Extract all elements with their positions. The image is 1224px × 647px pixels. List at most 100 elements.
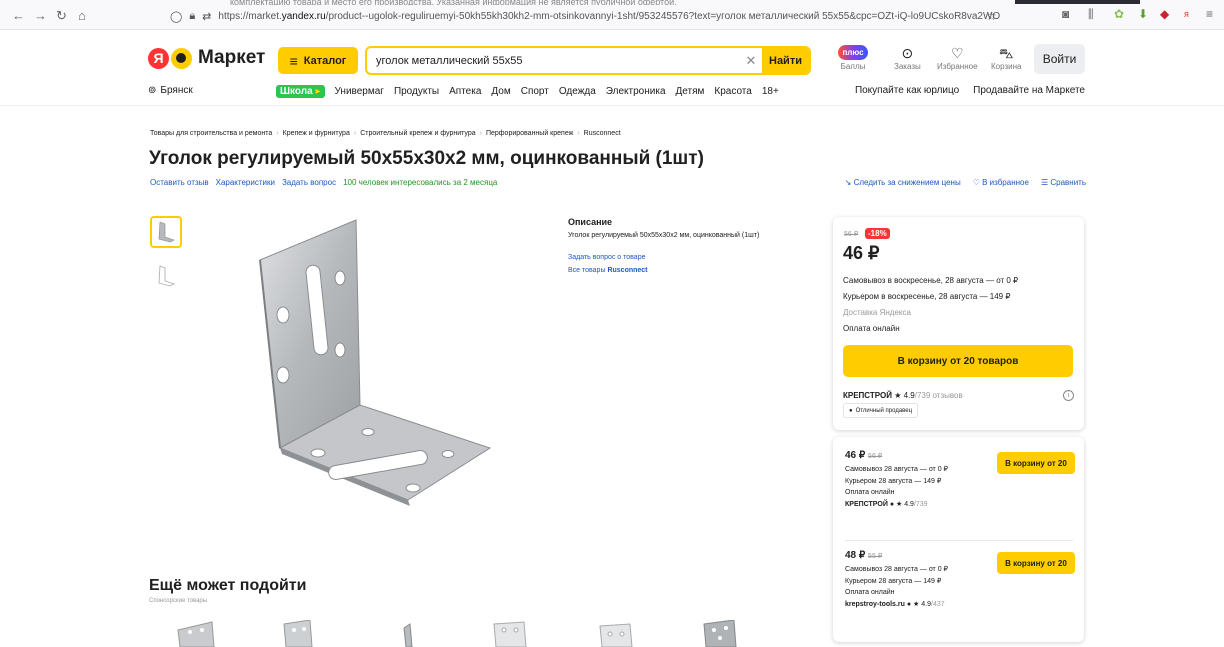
login-button[interactable]: Войти	[1034, 44, 1085, 74]
brand-name: Rusconnect	[607, 267, 648, 274]
market-logo[interactable]: Я Маркет	[148, 47, 265, 69]
yandex-icon[interactable]: я	[1184, 9, 1189, 19]
bookmark-star-icon[interactable]: ☆	[986, 9, 997, 23]
offer-cart-button[interactable]: В корзину от 20	[997, 452, 1075, 474]
compare-button[interactable]: ☰ Сравнить	[1041, 178, 1086, 187]
city-selector[interactable]: ⊚ Брянск	[148, 85, 193, 96]
menu-item[interactable]: Детям	[676, 86, 705, 97]
offer-card: 56 ₽ -18% 46 ₽ Самовывоз в воскресенье, …	[833, 217, 1084, 430]
add-favorite-button[interactable]: ♡ В избранное	[973, 178, 1029, 187]
offer-seller-name: krepstroy-tools.ru	[845, 601, 905, 608]
orders-link[interactable]: ⊙ Заказы	[894, 45, 921, 71]
breadcrumb-item[interactable]: Перфорированный крепеж	[486, 130, 573, 137]
menu-item[interactable]: Дом	[491, 86, 510, 97]
offer-seller[interactable]: krepstroy-tools.ru ● ★ 4.9/437	[845, 600, 1075, 608]
shield-icon[interactable]: ◯	[170, 10, 182, 23]
download-extension-icon[interactable]: ⬇	[1138, 7, 1148, 21]
recommendation-image[interactable]	[280, 620, 320, 647]
menu-icon[interactable]: ≡	[1206, 7, 1213, 21]
addon-icon[interactable]: ◆	[1160, 7, 1169, 21]
seller-name: КРЕПСТРОЙ	[843, 391, 892, 400]
ask-link[interactable]: Задать вопрос	[282, 178, 336, 187]
recommendation-image[interactable]	[490, 620, 530, 647]
lock-icon[interactable]: 🔒︎	[189, 10, 195, 23]
menu-item[interactable]: Красота	[714, 86, 751, 97]
compare-icon: ☰	[1040, 178, 1049, 187]
business-link[interactable]: Покупайте как юрлицо	[855, 85, 959, 96]
back-icon[interactable]: ←	[12, 8, 25, 23]
menu-item[interactable]: Спорт	[521, 86, 549, 97]
ask-product-link[interactable]: Задать вопрос о товаре	[568, 254, 759, 261]
thumbnail[interactable]	[150, 260, 182, 292]
menu-item-school[interactable]: Школа ▸	[276, 85, 325, 98]
recommendation-image[interactable]	[700, 620, 740, 647]
menu-item[interactable]: Одежда	[559, 86, 596, 97]
recommendation-image[interactable]	[176, 620, 216, 647]
bracket-drawing-icon	[158, 265, 176, 287]
offer-price: 48 ₽	[845, 550, 866, 561]
price-track-button[interactable]: ↘ Следить за снижением цены	[845, 178, 961, 187]
home-icon[interactable]: ⌂	[78, 8, 86, 23]
recommendation-image[interactable]	[596, 620, 636, 647]
menu-item[interactable]: Электроника	[606, 86, 666, 97]
recommendation-image[interactable]	[396, 620, 436, 647]
offer-reviews: /739	[913, 501, 928, 508]
offer-cart-button[interactable]: В корзину от 20	[997, 552, 1075, 574]
offer-courier: Курьером 28 августа — 149 ₽	[845, 578, 942, 585]
breadcrumb-item[interactable]: Крепеж и фурнитура	[283, 130, 350, 137]
favorites-link[interactable]: ♡ Избранное	[937, 45, 978, 71]
catalog-button[interactable]: ≡ Каталог	[278, 47, 358, 74]
permissions-icon[interactable]: ⇄	[202, 10, 211, 23]
city-name: Брянск	[160, 85, 193, 96]
url-domain: yandex.ru	[281, 10, 326, 22]
menu-item[interactable]: Аптека	[449, 86, 481, 97]
reload-icon[interactable]: ↻	[56, 8, 67, 24]
breadcrumb-item[interactable]: Товары для строительства и ремонта	[150, 130, 272, 137]
url-rest: /product--ugolok-reguliruemyi-50kh55kh30…	[325, 10, 1000, 22]
breadcrumb-separator: ›	[577, 130, 580, 137]
offer-seller[interactable]: КРЕПСТРОЙ ● ★ 4.9/739	[845, 500, 1075, 508]
sell-link[interactable]: Продавайте на Маркете	[973, 85, 1085, 96]
cart-label: Корзина	[991, 62, 1022, 71]
library-icon[interactable]: ⫼	[1088, 7, 1094, 22]
breadcrumb-item[interactable]: Строительный крепеж и фурнитура	[360, 130, 475, 137]
breadcrumb-item[interactable]: Rusconnect	[584, 130, 621, 137]
hamburger-icon: ≡	[289, 52, 298, 69]
description-block: Описание Уголок регулируемый 50х55х30х2 …	[568, 217, 759, 280]
breadcrumb-separator: ›	[353, 130, 357, 137]
thumbnail[interactable]	[150, 216, 182, 248]
menu-item[interactable]: 18+	[762, 86, 779, 97]
menu-item[interactable]: Универмаг	[335, 86, 384, 97]
extension-icon[interactable]: ✿	[1114, 7, 1124, 21]
brand-goods-link[interactable]: Все товары Rusconnect	[568, 267, 759, 274]
menu-item[interactable]: Продукты	[394, 86, 439, 97]
offer-old-price: 56 ₽	[868, 453, 883, 460]
search-button[interactable]: Найти	[762, 48, 809, 73]
review-link[interactable]: Оставить отзыв	[150, 178, 209, 187]
product-image[interactable]	[238, 210, 518, 555]
search-input[interactable]	[367, 54, 740, 67]
heart-icon: ♡	[972, 178, 980, 187]
cart-icon: ⛍	[999, 45, 1014, 61]
clear-icon[interactable]: ✕	[740, 53, 762, 69]
bracket-thumbnail-icon	[158, 221, 175, 243]
heart-icon: ♡	[950, 45, 964, 61]
offer-rating: ★ 4.9	[913, 601, 931, 608]
pocket-icon[interactable]: ◙	[1062, 7, 1069, 21]
discount-badge: -18%	[865, 228, 890, 239]
address-bar[interactable]: ◯ 🔒︎ ⇄ https://market. yandex.ru/product-…	[170, 5, 1000, 27]
info-icon[interactable]: i	[1063, 390, 1074, 401]
seller-badge: ● Отличный продавец	[843, 403, 919, 418]
add-to-cart-button[interactable]: В корзину от 20 товаров	[843, 345, 1073, 377]
forward-icon[interactable]: →	[34, 8, 47, 23]
seller-info[interactable]: КРЕПСТРОЙ ★ 4.9/739 отзывов	[843, 391, 963, 400]
product-links: Оставить отзыв Характеристики Задать воп…	[150, 178, 497, 187]
points-link[interactable]: плюс Баллы	[838, 45, 868, 71]
specs-link[interactable]: Характеристики	[216, 178, 275, 187]
description-title: Описание	[568, 217, 613, 227]
breadcrumb: Товары для строительства и ремонта › Креп…	[150, 130, 621, 137]
shield-icon: ●	[849, 407, 853, 414]
offer-old-price: 55 ₽	[868, 553, 883, 560]
cart-link[interactable]: ⛍ Корзина	[991, 45, 1021, 71]
school-label: Школа	[280, 86, 313, 97]
